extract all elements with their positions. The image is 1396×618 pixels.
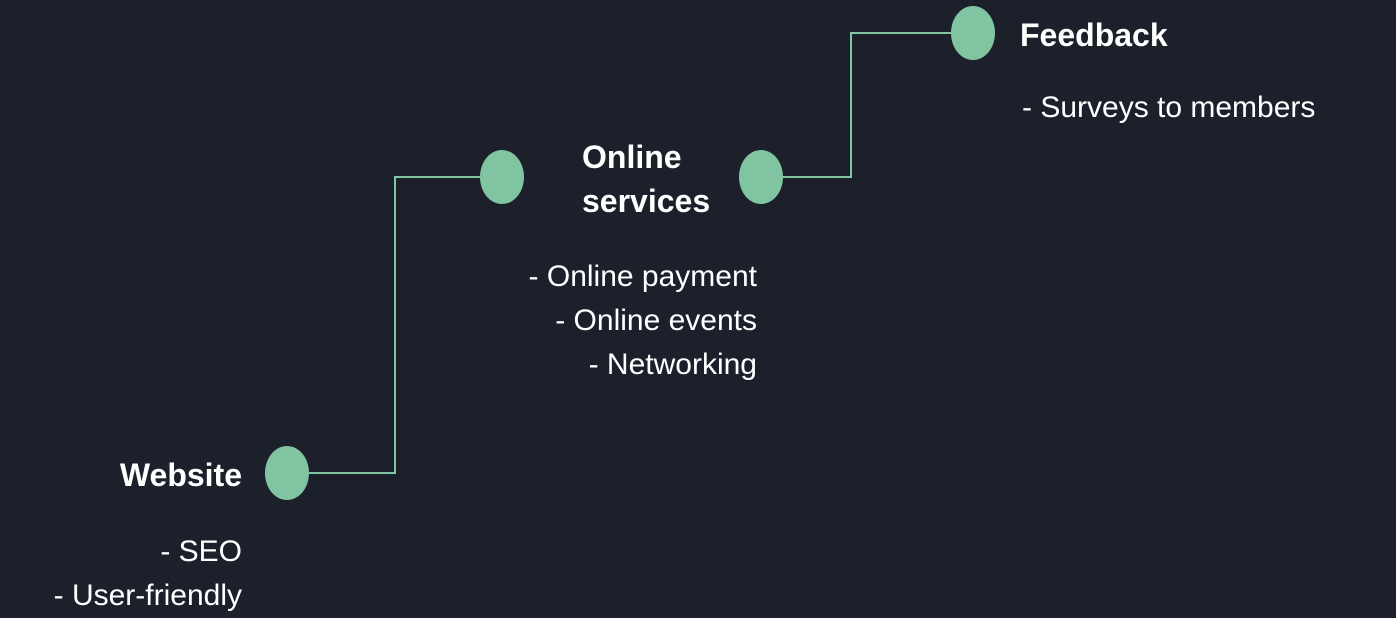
online-services-bullet-item: - Online payment: [528, 260, 757, 293]
feedback-bullet-list: - Surveys to members: [1022, 86, 1315, 130]
online-services-bullet-item: - Online events: [555, 304, 757, 337]
website-title: Website: [119, 457, 242, 493]
online-services-title-line: Online: [582, 139, 682, 175]
online-services-left-node: [480, 150, 524, 204]
feedback-node: [951, 6, 995, 60]
online-services-bullet-list: - Online payment - Online events - Netwo…: [529, 255, 757, 387]
feedback-bullet-item: - Surveys to members: [1022, 91, 1316, 124]
online-services-bullet-item: - Networking: [588, 348, 757, 381]
website-bullet-item: - SEO: [160, 535, 242, 568]
online-services-title: Online services: [582, 135, 710, 223]
online-services-right-node: [739, 150, 783, 204]
website-node: [265, 446, 309, 500]
connector-online-services-to-feedback: [781, 32, 953, 178]
online-services-title-line: services: [582, 183, 711, 219]
website-bullet-item: - User-friendly: [53, 579, 242, 612]
connector-website-to-online-services: [309, 176, 481, 474]
website-bullet-list: - SEO - User-friendly: [54, 530, 242, 618]
feedback-title: Feedback: [1020, 17, 1168, 53]
